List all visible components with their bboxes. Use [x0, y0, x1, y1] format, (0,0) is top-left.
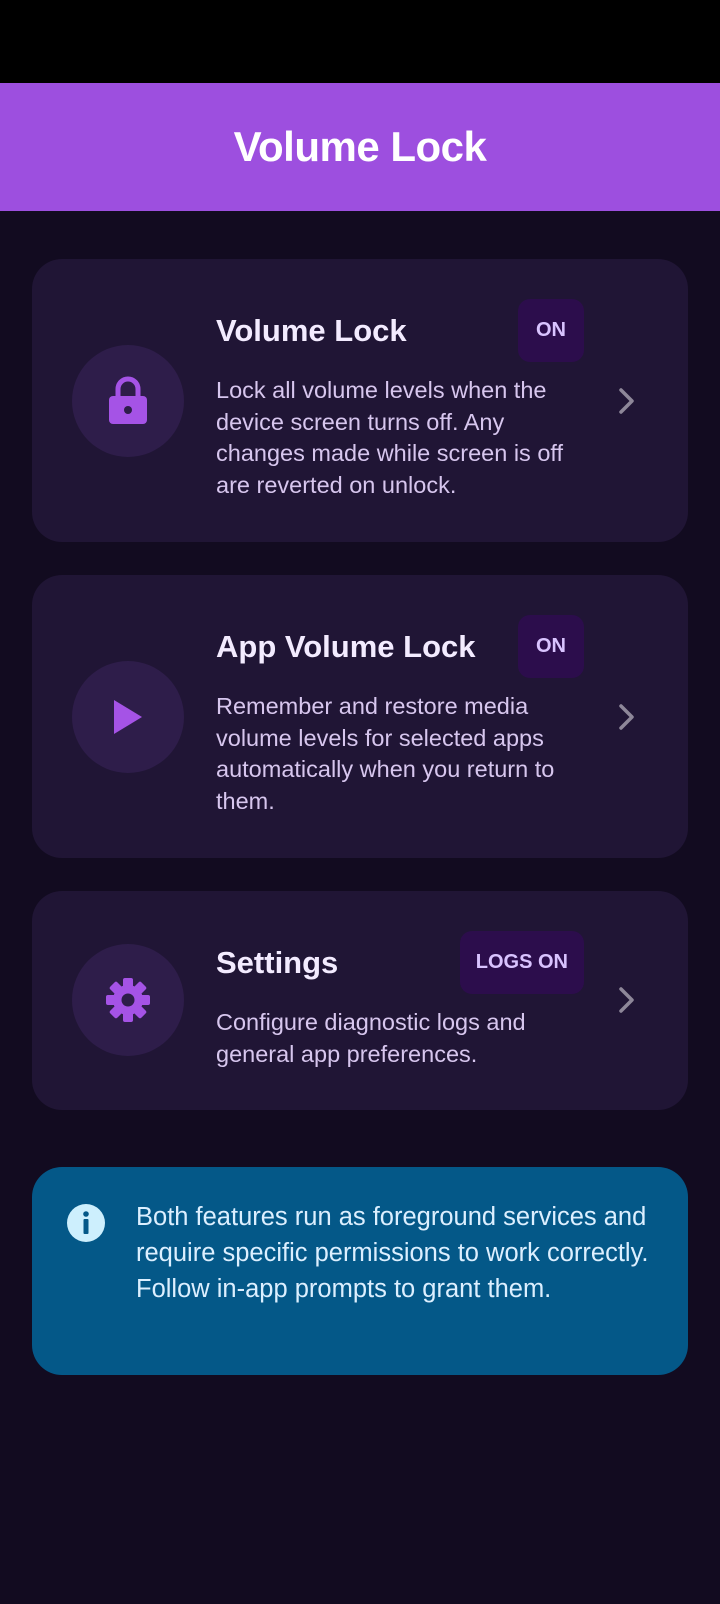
- app-volume-lock-title: App Volume Lock: [216, 629, 476, 664]
- app-volume-lock-card[interactable]: App Volume Lock ON Remember and restore …: [32, 575, 688, 858]
- settings-card[interactable]: Settings LOGS ON Configure diagnostic lo…: [32, 891, 688, 1110]
- info-icon: [67, 1204, 105, 1242]
- lock-icon: [109, 376, 147, 424]
- app-volume-lock-icon-container: [72, 661, 184, 773]
- settings-description: Configure diagnostic logs and general ap…: [216, 1009, 526, 1067]
- app-volume-lock-status-badge: ON: [518, 615, 584, 678]
- info-banner: Both features run as foreground services…: [32, 1167, 688, 1375]
- volume-lock-status-badge: ON: [518, 299, 584, 362]
- status-bar: [0, 0, 720, 83]
- app-volume-lock-description: Remember and restore media volume levels…: [216, 693, 555, 814]
- volume-lock-title: Volume Lock: [216, 313, 407, 348]
- app-bar: Volume Lock: [0, 83, 720, 211]
- chevron-right-icon: [619, 388, 634, 414]
- play-icon: [114, 700, 142, 734]
- volume-lock-card[interactable]: Volume Lock ON Lock all volume levels wh…: [32, 259, 688, 542]
- gear-icon: [106, 978, 150, 1022]
- volume-lock-description: Lock all volume levels when the device s…: [216, 377, 564, 498]
- logs-status-badge: LOGS ON: [459, 931, 584, 994]
- chevron-right-icon: [619, 704, 634, 730]
- chevron-right-icon: [619, 987, 634, 1013]
- info-text: Both features run as foreground services…: [136, 1203, 649, 1303]
- settings-title: Settings: [216, 945, 339, 980]
- volume-lock-icon-container: [72, 345, 184, 457]
- settings-icon-container: [72, 944, 184, 1056]
- app-title: Volume Lock: [233, 123, 487, 170]
